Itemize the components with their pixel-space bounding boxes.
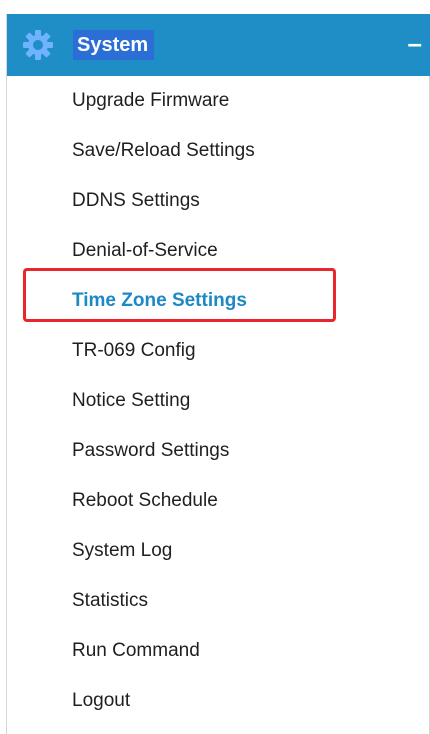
menu-item-save-reload-settings[interactable]: Save/Reload Settings [7, 126, 430, 176]
gear-icon [20, 27, 56, 63]
menu-item-password-settings[interactable]: Password Settings [7, 426, 430, 476]
menu-item-run-command[interactable]: Run Command [7, 626, 430, 676]
sidebar-panel: System – Upgrade Firmware Save/Reload Se… [6, 14, 430, 734]
menu-item-upgrade-firmware[interactable]: Upgrade Firmware [7, 76, 430, 126]
menu-item-time-zone-settings[interactable]: Time Zone Settings [7, 276, 430, 326]
system-menu: Upgrade Firmware Save/Reload Settings DD… [7, 76, 430, 726]
menu-item-denial-of-service[interactable]: Denial-of-Service [7, 226, 430, 276]
menu-item-system-log[interactable]: System Log [7, 526, 430, 576]
menu-item-ddns-settings[interactable]: DDNS Settings [7, 176, 430, 226]
section-header-system[interactable]: System – [7, 14, 430, 76]
section-title: System [73, 30, 155, 60]
menu-item-tr069-config[interactable]: TR-069 Config [7, 326, 430, 376]
menu-item-logout[interactable]: Logout [7, 676, 430, 726]
menu-item-notice-setting[interactable]: Notice Setting [7, 376, 430, 426]
collapse-icon[interactable]: – [408, 28, 422, 58]
menu-item-statistics[interactable]: Statistics [7, 576, 430, 626]
menu-item-reboot-schedule[interactable]: Reboot Schedule [7, 476, 430, 526]
